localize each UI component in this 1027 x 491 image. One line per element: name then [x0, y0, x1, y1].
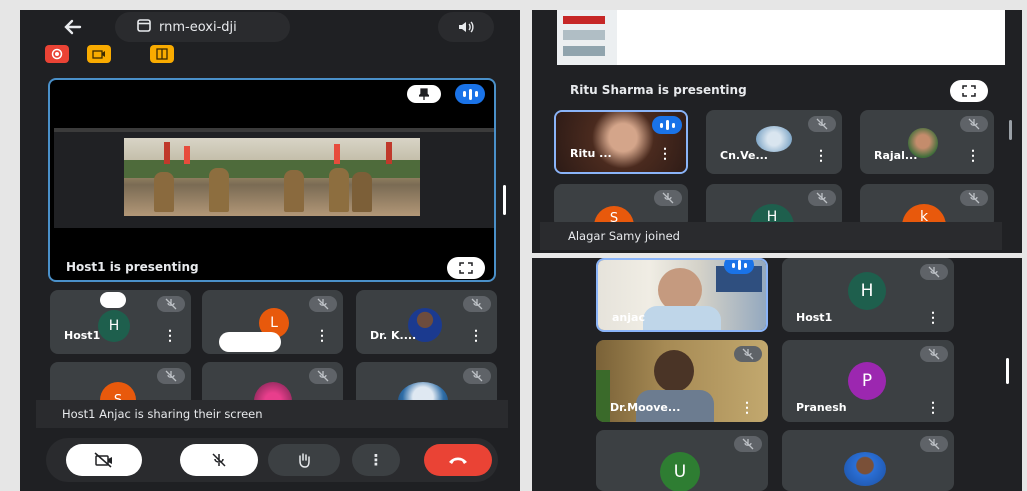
mic-off-icon	[960, 116, 988, 132]
mic-off-icon	[463, 296, 491, 312]
participant-name: Host1	[796, 311, 833, 324]
participant-name: Ritu ...	[570, 147, 612, 160]
camera-off-icon	[94, 452, 112, 468]
raise-hand-button[interactable]	[268, 444, 340, 476]
mic-off-button[interactable]	[180, 444, 258, 476]
participant-tile[interactable]	[782, 430, 954, 491]
participant-name: Dr. K....	[370, 329, 417, 342]
participant-name: Pranesh	[796, 401, 847, 414]
more-options-icon[interactable]: ⋮	[163, 327, 177, 344]
mic-off-icon	[808, 190, 836, 206]
pin-icon[interactable]	[407, 85, 441, 103]
mic-off-icon	[463, 368, 491, 384]
participant-tile[interactable]: Dr. K.... ⋮	[356, 290, 497, 354]
avatar: U	[660, 452, 700, 491]
more-options-icon[interactable]: ⋮	[926, 309, 940, 326]
participant-tile[interactable]: P Pranesh ⋮	[782, 340, 954, 422]
participant-tile[interactable]: Dr.Moove... ⋮	[596, 340, 768, 422]
scrollbar[interactable]	[503, 185, 506, 215]
scrollbar[interactable]	[1006, 358, 1009, 384]
more-options-icon[interactable]: ⋮	[469, 327, 483, 344]
end-call-button[interactable]	[424, 444, 492, 476]
participant-tile[interactable]: H Host1 ⋮	[782, 258, 954, 332]
avatar-photo	[844, 452, 886, 486]
mic-off-icon	[920, 346, 948, 362]
participant-tile[interactable]: H Host1 ⋮	[50, 290, 191, 354]
reaction-pill[interactable]	[219, 332, 281, 352]
pinned-icon	[100, 292, 126, 308]
more-options-icon[interactable]: ⋮	[814, 147, 828, 164]
control-bar: ⋮	[46, 438, 498, 482]
avatar: H	[98, 310, 130, 342]
mic-off-icon	[808, 116, 836, 132]
more-options-icon[interactable]: ⋮	[966, 147, 980, 164]
fullscreen-icon[interactable]	[950, 80, 988, 102]
back-icon[interactable]	[60, 14, 86, 40]
shared-screen	[54, 128, 494, 228]
participant-name: Host1	[64, 329, 101, 342]
meeting-code: rnm-eoxi-dji	[159, 19, 237, 35]
participant-name: Dr.Moove...	[610, 401, 681, 414]
more-options-icon[interactable]: ⋮	[926, 399, 940, 416]
mic-off-icon	[212, 453, 226, 467]
participant-tile[interactable]: Ritu ... ⋮	[554, 110, 688, 174]
more-options-icon: ⋮	[368, 451, 384, 469]
avatar: P	[848, 362, 886, 400]
participant-tile[interactable]: Cn.Ve... ⋮	[706, 110, 842, 174]
shared-video-parade	[124, 138, 420, 216]
view-mode-chip-icon[interactable]	[150, 45, 174, 63]
camera-off-button[interactable]	[66, 444, 142, 476]
mic-off-icon	[920, 264, 948, 280]
screen-share-toast: Host1 Anjac is sharing their screen	[36, 400, 508, 428]
participant-name: anjac	[612, 311, 645, 324]
end-call-icon	[449, 457, 467, 464]
more-options-icon[interactable]: ⋮	[658, 145, 672, 162]
meeting-code-pill[interactable]: rnm-eoxi-dji	[115, 12, 290, 42]
participant-tile[interactable]: L ⋮	[202, 290, 343, 354]
no-camera-chip-icon[interactable]	[87, 45, 111, 63]
mic-off-icon	[309, 296, 337, 312]
mic-off-icon	[157, 296, 185, 312]
more-options-button[interactable]: ⋮	[352, 444, 400, 476]
mic-off-icon	[960, 190, 988, 206]
recording-icon[interactable]	[45, 45, 69, 63]
scrollbar[interactable]	[1009, 120, 1012, 140]
mic-off-icon	[734, 346, 762, 362]
mic-off-icon	[654, 190, 682, 206]
participant-name: Cn.Ve...	[720, 149, 768, 162]
mic-off-icon	[920, 436, 948, 452]
more-options-icon[interactable]: ⋮	[315, 327, 329, 344]
presenting-caption: Host1 is presenting	[66, 260, 199, 274]
top-right-meeting-panel: Ritu Sharma is presenting Ritu ... ⋮ Cn.…	[532, 10, 1022, 253]
speaking-indicator-icon	[455, 84, 485, 104]
mic-off-icon	[734, 436, 762, 452]
participant-name: Rajal...	[874, 149, 918, 162]
join-toast: Alagar Samy joined	[540, 222, 1002, 250]
participant-tile[interactable]: anjac	[596, 258, 768, 332]
calendar-icon	[137, 18, 151, 37]
more-options-icon[interactable]: ⋮	[740, 399, 754, 416]
speaker-icon[interactable]	[438, 12, 494, 42]
speaking-indicator-icon	[652, 116, 682, 134]
presenting-caption: Ritu Sharma is presenting	[570, 83, 747, 97]
shared-slide-preview	[557, 10, 1005, 65]
mic-off-icon	[157, 368, 185, 384]
main-stage: Host1 is presenting	[48, 78, 496, 282]
bottom-right-meeting-panel: anjac H Host1 ⋮ Dr.Moove... ⋮ P Pranesh …	[532, 258, 1022, 491]
left-meeting-panel: rnm-eoxi-dji Host1 is presenting H Host1…	[20, 10, 520, 491]
fullscreen-icon[interactable]	[447, 257, 485, 279]
participant-tile[interactable]: Rajal... ⋮	[860, 110, 994, 174]
mic-off-icon	[309, 368, 337, 384]
avatar: H	[848, 272, 886, 310]
hand-icon	[299, 453, 310, 468]
participant-tile[interactable]: U	[596, 430, 768, 491]
speaking-indicator-icon	[724, 260, 754, 274]
